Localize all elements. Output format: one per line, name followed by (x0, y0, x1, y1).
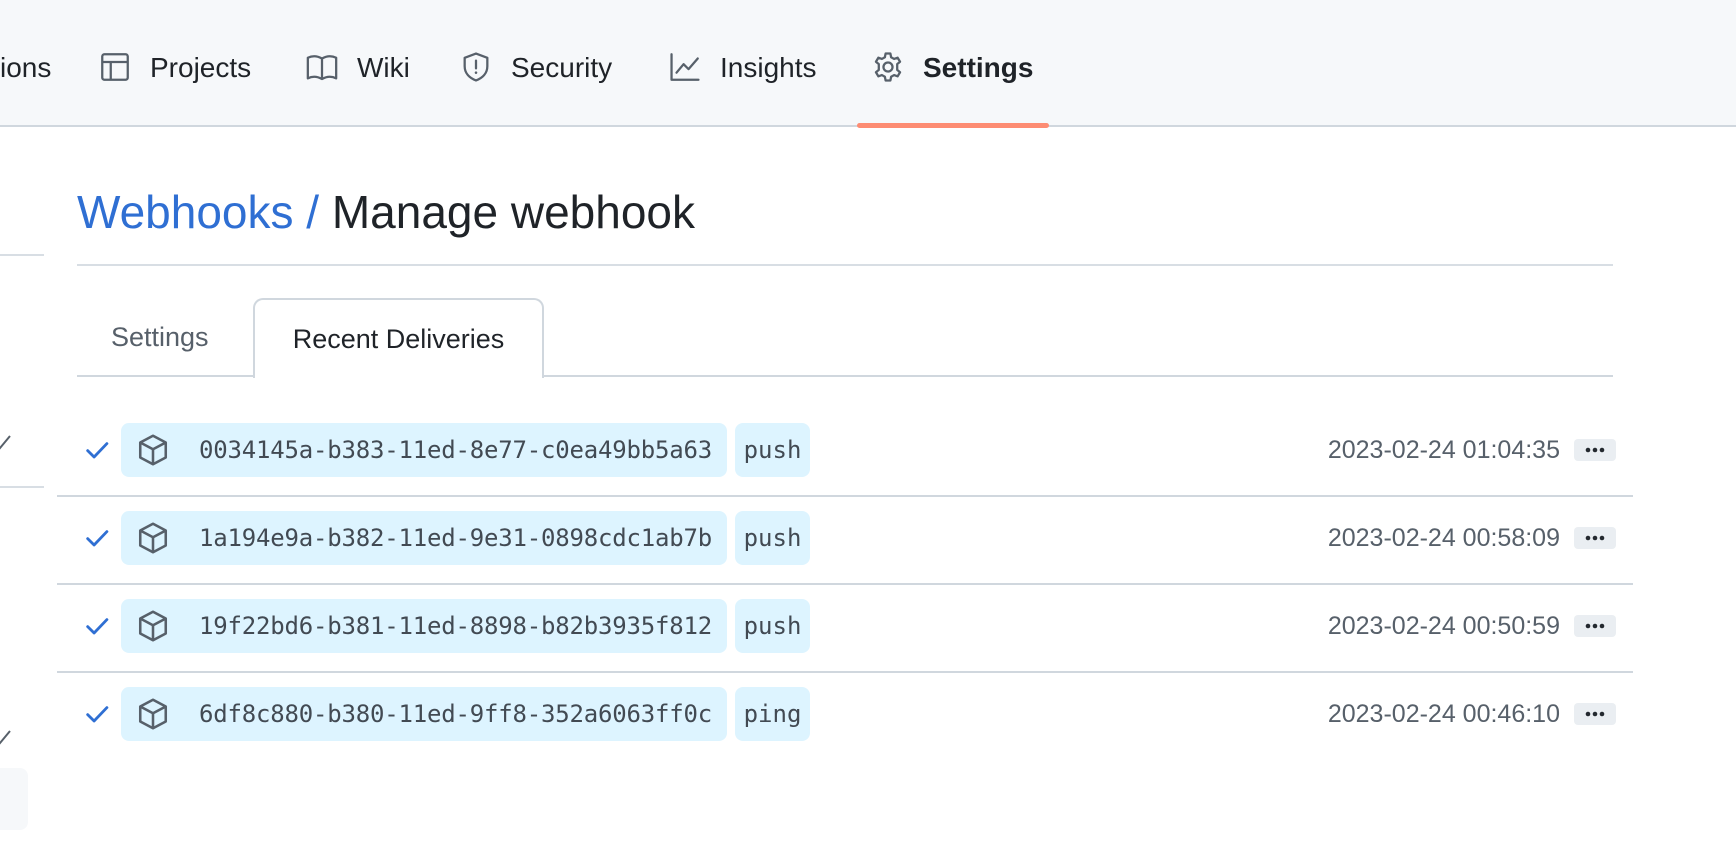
delivery-event-badge[interactable]: push (735, 511, 810, 565)
sidebar-divider (0, 254, 44, 256)
delivery-row: 19f22bd6-b381-11ed-8898-b82b3935f812 push… (57, 582, 1633, 670)
delivery-event-badge[interactable]: push (735, 599, 810, 653)
nav-item-label: Settings (923, 52, 1034, 83)
kebab-horizontal-icon (1574, 439, 1616, 461)
package-icon (135, 608, 171, 644)
sidebar-check-icon (0, 432, 12, 452)
breadcrumb-webhooks-link[interactable]: Webhooks (77, 186, 294, 238)
check-icon (83, 700, 111, 728)
delivery-row: 6df8c880-b380-11ed-9ff8-352a6063ff0c ping… (57, 670, 1633, 758)
package-icon (135, 520, 171, 556)
delivery-timestamp: 2023-02-24 00:50:59 (1327, 612, 1560, 640)
nav-item-label: Projects (150, 52, 252, 83)
check-icon (83, 436, 111, 464)
delivery-guid-button[interactable]: 19f22bd6-b381-11ed-8898-b82b3935f812 (121, 599, 727, 653)
breadcrumb-separator: / (306, 186, 320, 238)
shield-icon (459, 50, 493, 84)
breadcrumb: Webhooks / Manage webhook (77, 182, 695, 242)
kebab-horizontal-icon (1574, 527, 1616, 549)
delivery-guid: 19f22bd6-b381-11ed-8898-b82b3935f812 (199, 612, 712, 640)
delivery-guid-button[interactable]: 0034145a-b383-11ed-8e77-c0ea49bb5a63 (121, 423, 727, 477)
table-icon (98, 50, 132, 84)
nav-item-label: Wiki (357, 52, 410, 83)
delivery-row: 1a194e9a-b382-11ed-9e31-0898cdc1ab7b push… (57, 494, 1633, 582)
nav-item-security[interactable]: Security (459, 52, 612, 108)
book-icon (305, 50, 339, 84)
delivery-guid-button[interactable]: 1a194e9a-b382-11ed-9e31-0898cdc1ab7b (121, 511, 727, 565)
nav-item-settings[interactable]: Settings (871, 52, 1033, 108)
more-options-button[interactable] (1574, 615, 1616, 637)
delivery-guid: 1a194e9a-b382-11ed-9e31-0898cdc1ab7b (199, 524, 712, 552)
check-icon (83, 524, 111, 552)
delivery-event-badge[interactable]: push (735, 423, 810, 477)
selected-tab-underline (857, 123, 1049, 128)
tab-settings[interactable]: Settings (77, 298, 253, 376)
package-icon (135, 696, 171, 732)
heading-divider (77, 264, 1613, 266)
row-divider (57, 583, 1633, 585)
gear-icon (871, 50, 905, 84)
nav-item-label: Insights (720, 52, 817, 83)
page-title: Manage webhook (331, 186, 696, 238)
more-options-button[interactable] (1574, 527, 1616, 549)
delivery-guid: 0034145a-b383-11ed-8e77-c0ea49bb5a63 (199, 436, 712, 464)
nav-item-actions[interactable]: ions (0, 52, 51, 108)
nav-item-projects[interactable]: Projects (98, 52, 251, 108)
nav-item-label: ions (0, 52, 52, 83)
delivery-guid: 6df8c880-b380-11ed-9ff8-352a6063ff0c (199, 700, 712, 728)
delivery-timestamp: 2023-02-24 00:46:10 (1327, 700, 1560, 728)
delivery-timestamp: 2023-02-24 01:04:35 (1327, 436, 1560, 464)
sidebar-divider (0, 486, 44, 488)
delivery-timestamp: 2023-02-24 00:58:09 (1327, 524, 1560, 552)
check-icon (83, 612, 111, 640)
kebab-horizontal-icon (1574, 703, 1616, 725)
tab-recent-deliveries[interactable]: Recent Deliveries (253, 298, 544, 378)
more-options-button[interactable] (1574, 439, 1616, 461)
delivery-row: 0034145a-b383-11ed-8e77-c0ea49bb5a63 push… (57, 406, 1633, 494)
row-divider (57, 495, 1633, 497)
nav-item-label: Security (511, 52, 613, 83)
package-icon (135, 432, 171, 468)
row-divider (57, 671, 1633, 673)
sidebar-item[interactable] (0, 768, 28, 830)
more-options-button[interactable] (1574, 703, 1616, 725)
nav-item-wiki[interactable]: Wiki (305, 52, 410, 108)
delivery-guid-button[interactable]: 6df8c880-b380-11ed-9ff8-352a6063ff0c (121, 687, 727, 741)
delivery-event-badge[interactable]: ping (735, 687, 810, 741)
kebab-horizontal-icon (1574, 615, 1616, 637)
graph-icon (668, 50, 702, 84)
repo-nav: ions Projects Wiki Security Insights Set… (0, 0, 1736, 128)
nav-item-insights[interactable]: Insights (668, 52, 817, 108)
sidebar-check-icon (0, 727, 12, 747)
